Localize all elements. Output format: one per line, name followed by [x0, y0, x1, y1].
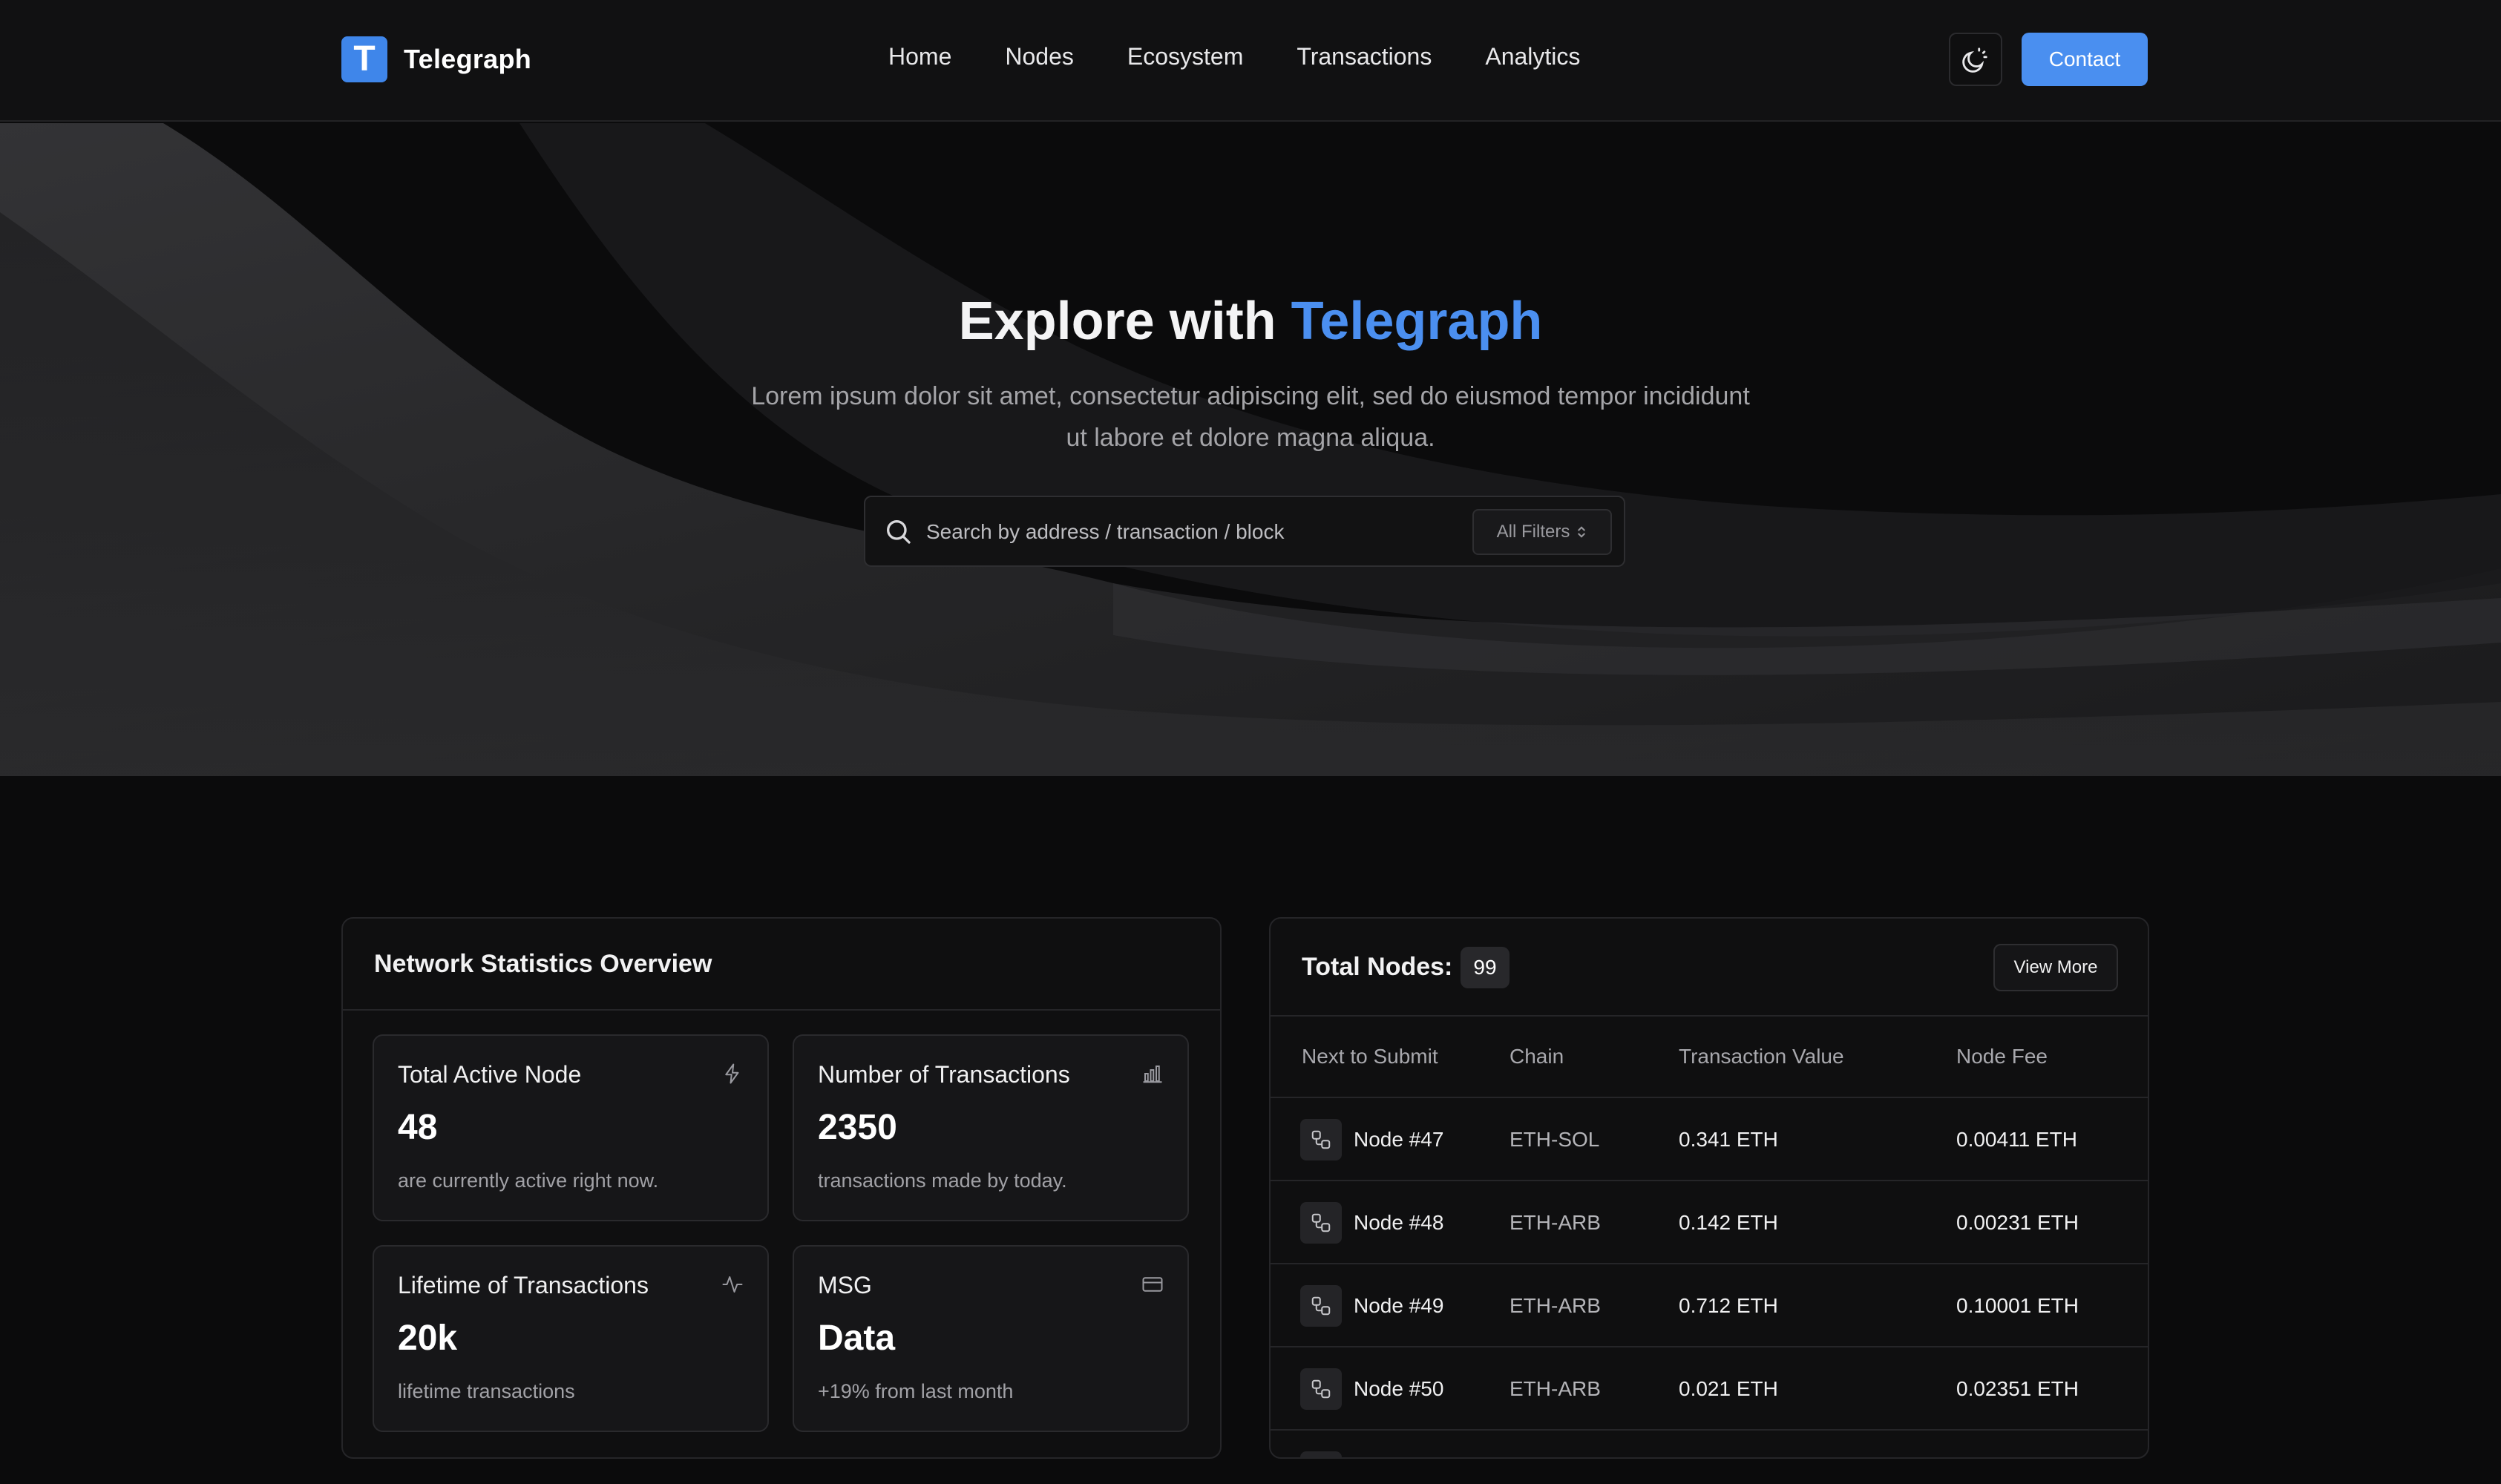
filters-dropdown[interactable]: All Filters [1472, 509, 1612, 555]
node-chain: ETH-ARB [1510, 1377, 1601, 1400]
search-input[interactable] [926, 513, 1431, 551]
table-row[interactable]: Node #47 ETH-SOL 0.341 ETH 0.00411 ETH [1271, 1098, 2148, 1181]
stat-card-lifetime: Lifetime of Transactions 20k lifetime tr… [373, 1245, 769, 1432]
node-name: Node #49 [1354, 1294, 1444, 1317]
brand[interactable]: T Telegraph [341, 36, 531, 82]
card-icon [1142, 1277, 1163, 1292]
node-chain: ETH-SOL [1510, 1128, 1600, 1151]
total-nodes-card: Total Nodes: 99 View More Next to Submit… [1269, 917, 2149, 1459]
stat-value: 2350 [818, 1108, 897, 1147]
table-row[interactable]: Node #49 ETH-ARB 0.712 ETH 0.10001 ETH [1271, 1264, 2148, 1347]
stat-label: Total Active Node [398, 1061, 582, 1088]
nav-link-ecosystem[interactable]: Ecosystem [1127, 43, 1243, 70]
contact-button[interactable]: Contact [2022, 33, 2148, 86]
node-link-icon [1300, 1119, 1342, 1160]
node-fee: 0.02351 ETH [1956, 1377, 2079, 1400]
bar-chart-icon [1143, 1066, 1162, 1083]
nodes-count-badge: 99 [1461, 947, 1510, 988]
node-name: Node #47 [1354, 1128, 1444, 1151]
stat-value: 20k [398, 1319, 458, 1358]
nodes-title: Total Nodes: [1302, 953, 1453, 981]
column-header-node-fee[interactable]: Node Fee [1956, 1045, 2048, 1068]
hero-title-prefix: Explore with [958, 292, 1291, 351]
stat-label: Lifetime of Transactions [398, 1272, 649, 1298]
filters-label: All Filters [1496, 522, 1570, 542]
node-name: Node #50 [1354, 1377, 1444, 1400]
table-row[interactable]: Node #48 ETH-ARB 0.142 ETH 0.00231 ETH [1271, 1181, 2148, 1264]
node-link-icon [1300, 1202, 1342, 1244]
node-chain: ETH-ARB [1510, 1294, 1601, 1317]
table-row-partial[interactable] [1271, 1431, 2148, 1457]
column-header-transaction-value[interactable]: Transaction Value [1679, 1045, 1844, 1068]
stat-note: transactions made by today. [818, 1169, 1067, 1192]
node-fee: 0.00231 ETH [1956, 1211, 2079, 1234]
stat-card-active-nodes: Total Active Node 48 are currently activ… [373, 1034, 769, 1221]
node-transaction-value: 0.142 ETH [1679, 1211, 1778, 1234]
node-fee: 0.10001 ETH [1956, 1294, 2079, 1317]
nav-link-home[interactable]: Home [888, 43, 951, 70]
stat-label: Number of Transactions [818, 1061, 1070, 1088]
stat-note: lifetime transactions [398, 1380, 575, 1402]
hero-subtitle: Lorem ipsum dolor sit amet, consectetur … [751, 382, 1750, 452]
bolt-icon [725, 1063, 739, 1084]
stat-note: are currently active right now. [398, 1169, 659, 1192]
node-link-icon [1300, 1285, 1342, 1327]
nodes-header: Total Nodes: 99 View More [1271, 919, 2148, 1017]
table-row[interactable]: Node #50 ETH-ARB 0.021 ETH 0.02351 ETH [1271, 1347, 2148, 1431]
nav-link-analytics[interactable]: Analytics [1485, 43, 1580, 70]
table-header: Next to Submit Chain Transaction Value N… [1271, 1017, 2148, 1098]
nav-link-nodes[interactable]: Nodes [1005, 43, 1074, 70]
search-icon [887, 520, 911, 544]
column-header-chain[interactable]: Chain [1510, 1045, 1564, 1068]
moon-sun-icon [1962, 47, 1987, 73]
view-more-button[interactable]: View More [1993, 944, 2118, 991]
stat-value: 48 [398, 1108, 438, 1147]
node-fee: 0.00411 ETH [1956, 1128, 2077, 1151]
stat-note: +19% from last month [818, 1380, 1014, 1402]
stat-label: MSG [818, 1272, 872, 1298]
network-statistics-card: Network Statistics Overview Total Active… [341, 917, 1222, 1459]
chevron-up-down-icon [1578, 526, 1586, 538]
top-navbar: T Telegraph Home Nodes Ecosystem Transac… [0, 0, 2501, 122]
stat-card-transactions: Number of Transactions 2350 transactions… [793, 1034, 1189, 1221]
node-link-icon [1300, 1368, 1342, 1410]
node-transaction-value: 0.021 ETH [1679, 1377, 1778, 1400]
node-name: Node #48 [1354, 1211, 1444, 1234]
node-transaction-value: 0.341 ETH [1679, 1128, 1778, 1151]
node-chain: ETH-ARB [1510, 1211, 1601, 1234]
activity-icon [722, 1276, 743, 1293]
node-link-icon [1300, 1451, 1342, 1457]
nav-link-transactions[interactable]: Transactions [1297, 43, 1432, 70]
search-bar: All Filters [864, 496, 1625, 567]
theme-toggle-button[interactable] [1949, 33, 2002, 86]
column-header-next-to-submit[interactable]: Next to Submit [1302, 1045, 1438, 1068]
hero-section: Explore with Telegraph Lorem ipsum dolor… [0, 123, 2501, 776]
brand-logo: T [341, 36, 387, 82]
main-menu: Home Nodes Ecosystem Transactions Analyt… [888, 43, 1580, 70]
hero-title-accent: Telegraph [1291, 292, 1543, 351]
stat-value: Data [818, 1319, 896, 1358]
node-transaction-value: 0.712 ETH [1679, 1294, 1778, 1317]
stats-title: Network Statistics Overview [343, 919, 1220, 1011]
brand-name: Telegraph [404, 44, 532, 74]
stat-card-msg: MSG Data +19% from last month [793, 1245, 1189, 1432]
hero-title: Explore with Telegraph [0, 291, 2501, 352]
